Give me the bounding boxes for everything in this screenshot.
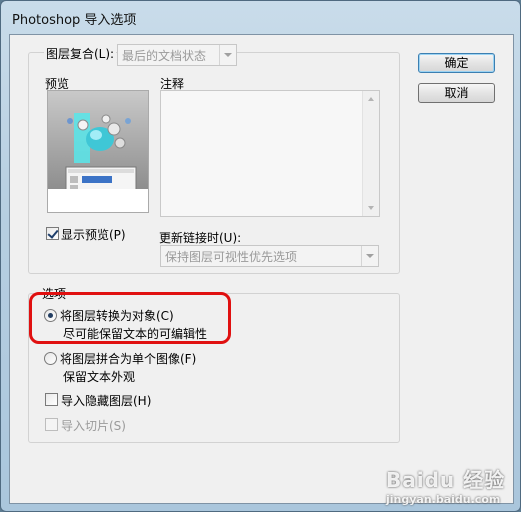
import-hidden-label: 导入隐藏图层(H): [61, 394, 152, 408]
notes-scrollbar[interactable]: [362, 91, 379, 216]
update-link-value: 保持图层可视性优先选项: [165, 250, 298, 264]
flatten-layers-label: 将图层拼合为单个图像(F): [60, 352, 197, 366]
flatten-layers-desc: 保留文本外观: [63, 370, 136, 384]
watermark-url: jingyan.baidu.com: [386, 493, 501, 506]
ok-button[interactable]: 确定: [418, 53, 495, 73]
scroll-up-icon[interactable]: [363, 91, 379, 107]
import-hidden-checkbox[interactable]: [45, 393, 58, 406]
chevron-down-icon: [361, 246, 378, 266]
import-slices-label: 导入切片(S): [61, 419, 126, 433]
cancel-button[interactable]: 取消: [418, 83, 495, 103]
update-link-dropdown[interactable]: 保持图层可视性优先选项: [160, 245, 379, 267]
update-link-label: 更新链接时(U):: [159, 231, 242, 245]
notes-textarea[interactable]: [160, 90, 380, 217]
preview-thumbnail-icon: [48, 91, 148, 212]
scroll-down-icon[interactable]: [363, 200, 379, 216]
dialog-body: 图层复合(L): 最后的文档状态 预览 注释 显示预览(P) 更新链接时(U):…: [9, 34, 514, 504]
layer-comp-value: 最后的文档状态: [122, 49, 207, 63]
layer-comp-label: 图层复合(L):: [44, 45, 117, 62]
baidu-watermark: Baidu 经验 jingyan.baidu.com: [386, 464, 516, 506]
preview-image: [47, 90, 149, 213]
show-preview-checkbox[interactable]: [46, 227, 59, 240]
import-options-dialog: Photoshop 导入选项 图层复合(L): 最后的文档状态 预览 注释 显示…: [0, 0, 521, 512]
annotation-highlight: [29, 292, 231, 344]
window-title: Photoshop 导入选项: [12, 13, 137, 28]
show-preview-label: 显示预览(P): [61, 228, 126, 242]
baidu-logo: Baidu 经验: [386, 468, 506, 492]
title-bar[interactable]: Photoshop 导入选项: [1, 1, 520, 33]
chevron-down-icon: [219, 45, 236, 65]
flatten-layers-radio[interactable]: [44, 352, 57, 365]
import-slices-checkbox[interactable]: [45, 418, 58, 431]
layer-comp-dropdown[interactable]: 最后的文档状态: [117, 44, 237, 66]
